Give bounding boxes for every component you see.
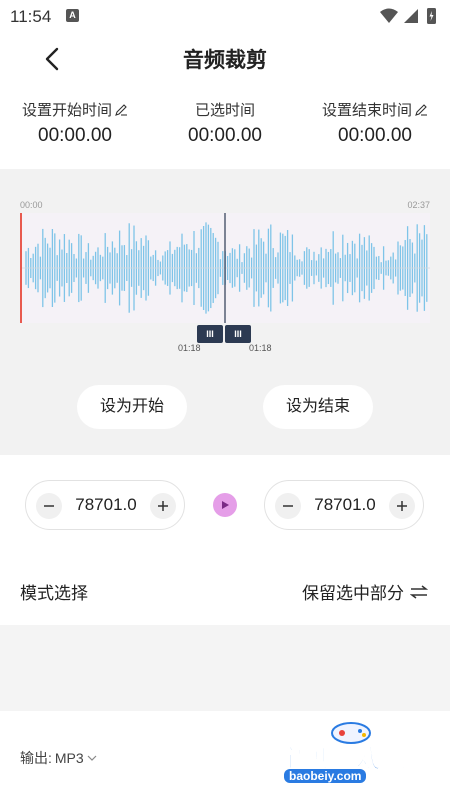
- end-decrement-button[interactable]: [275, 493, 301, 519]
- spacer: [0, 625, 450, 711]
- start-time-label: 设置开始时间: [21, 102, 112, 119]
- signal-icon: [404, 9, 418, 23]
- mode-label: 模式选择: [20, 584, 88, 603]
- set-start-button[interactable]: 设为开始: [77, 385, 187, 429]
- start-increment-button[interactable]: [150, 493, 176, 519]
- page-title: 音频裁剪: [183, 49, 267, 72]
- swap-icon: [410, 584, 428, 599]
- mode-selector[interactable]: 保留选中部分: [302, 579, 428, 604]
- stepper-row: 78701.0 78701.0: [0, 455, 450, 565]
- app-header: 音频裁剪: [0, 32, 450, 87]
- minus-icon: [283, 505, 293, 507]
- waveform-start-time: 00:00: [20, 200, 43, 210]
- waveform-panel: 00:00 02:37 III III 01:18 01:18 设为开始 设为结…: [0, 169, 450, 455]
- trim-end-time: 01:18: [249, 343, 272, 353]
- pencil-icon: [415, 103, 427, 116]
- mode-row: 模式选择 保留选中部分: [0, 565, 450, 625]
- end-stepper-value[interactable]: 78701.0: [309, 495, 381, 515]
- waveform-end-time: 02:37: [407, 200, 430, 210]
- status-icons: [380, 8, 436, 24]
- start-time-value: 00:00.00: [38, 125, 112, 146]
- time-summary: 设置开始时间 00:00.00 已选时间 00:00.00 设置结束时间 00:…: [0, 87, 450, 169]
- wifi-icon: [380, 8, 398, 23]
- trim-start-time: 01:18: [178, 343, 201, 353]
- waveform[interactable]: [20, 213, 430, 323]
- selected-time-value: 00:00.00: [188, 125, 262, 146]
- set-end-button[interactable]: 设为结束: [263, 385, 373, 429]
- footer: 输出: MP3 宝贝游戏网 baobeiy.com: [0, 711, 450, 800]
- end-increment-button[interactable]: [389, 493, 415, 519]
- start-time-control[interactable]: 设置开始时间 00:00.00: [0, 99, 150, 147]
- play-button[interactable]: [213, 493, 237, 517]
- minus-icon: [44, 505, 54, 507]
- chevron-down-icon: [87, 755, 97, 761]
- start-decrement-button[interactable]: [36, 493, 62, 519]
- plus-icon: [158, 501, 168, 511]
- watermark-url: baobeiy.com: [284, 769, 367, 783]
- end-time-value: 00:00.00: [338, 125, 412, 146]
- status-bar: 11:54 A: [0, 0, 450, 32]
- output-format-selector[interactable]: 输出: MP3: [20, 748, 97, 768]
- notification-icon: A: [66, 9, 79, 22]
- waveform-graphic: [20, 213, 430, 323]
- trim-start-handle[interactable]: III: [197, 325, 223, 343]
- selected-time-display: 已选时间 00:00.00: [150, 99, 300, 147]
- start-stepper-value[interactable]: 78701.0: [70, 495, 142, 515]
- status-time: 11:54: [10, 7, 52, 26]
- watermark-logo: 宝贝游戏网 baobeiy.com: [277, 717, 424, 795]
- start-stepper: 78701.0: [25, 480, 185, 530]
- plus-icon: [397, 501, 407, 511]
- end-time-label: 设置结束时间: [321, 102, 412, 119]
- play-icon: [222, 501, 229, 509]
- end-time-control[interactable]: 设置结束时间 00:00.00: [300, 99, 450, 147]
- output-format: MP3: [54, 750, 84, 766]
- end-stepper: 78701.0: [264, 480, 424, 530]
- trim-end-handle[interactable]: III: [225, 325, 251, 343]
- mode-value: 保留选中部分: [302, 584, 404, 603]
- selected-time-label: 已选时间: [194, 102, 255, 119]
- pencil-icon: [115, 103, 127, 116]
- output-label: 输出:: [20, 750, 52, 766]
